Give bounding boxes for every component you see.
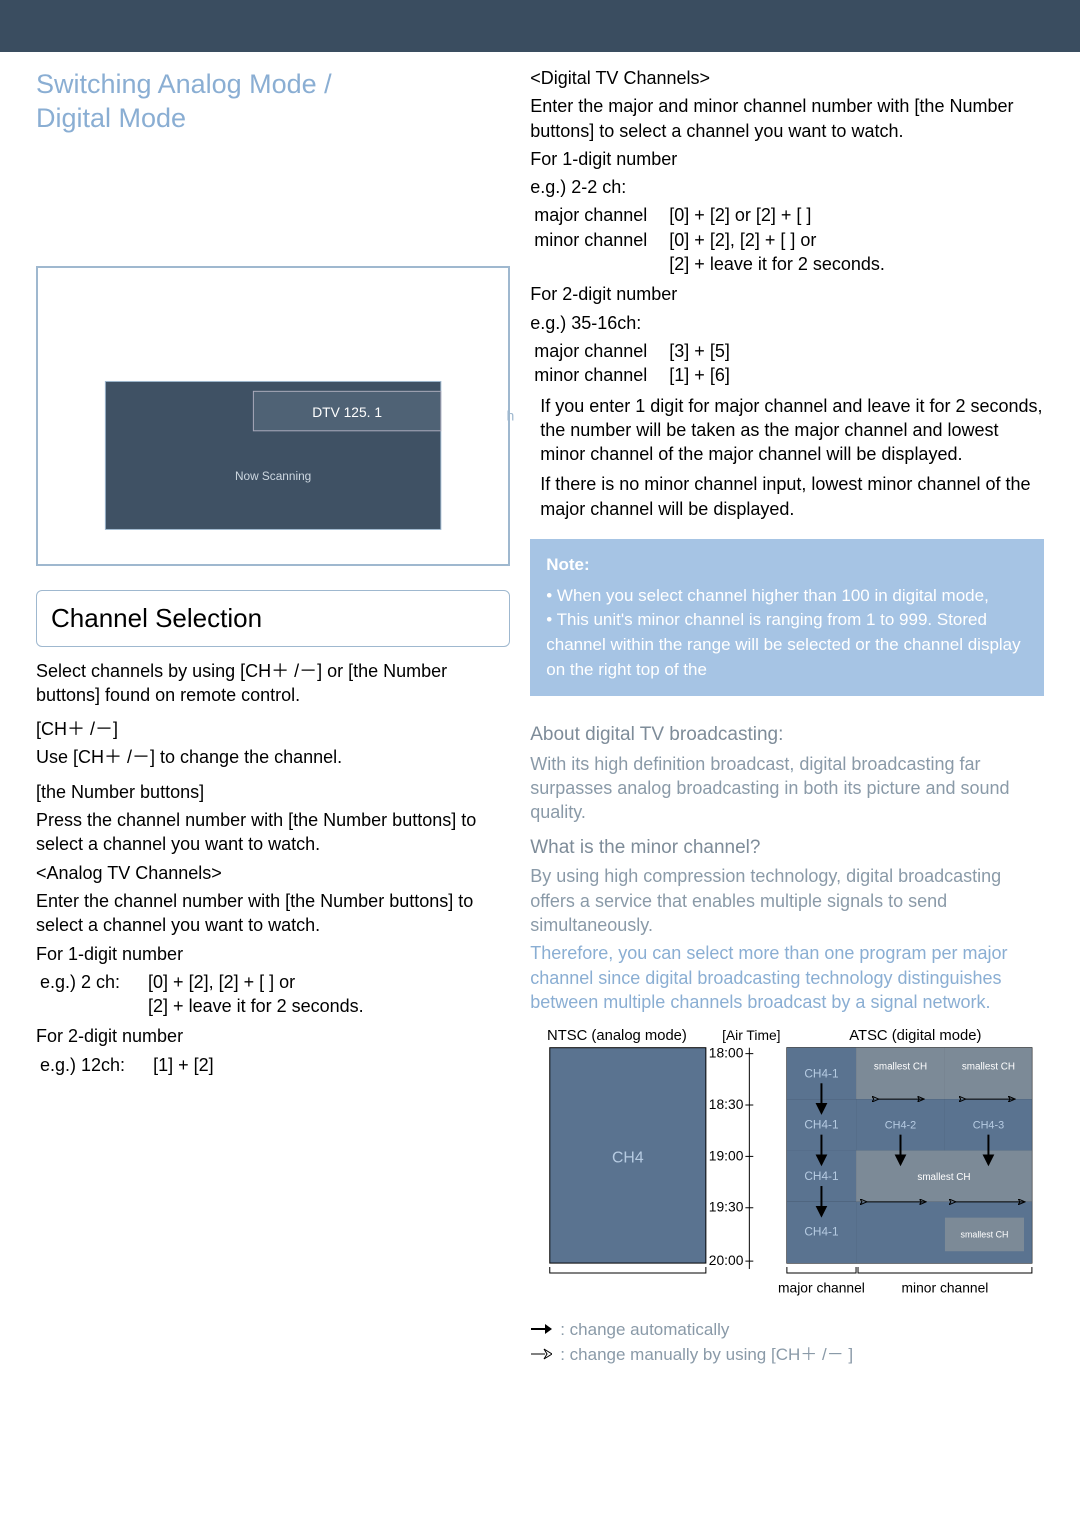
right-column: <Digital TV Channels> Enter the major an…	[530, 62, 1044, 1369]
osd-status: Now Scanning	[235, 469, 311, 483]
chpm-head: [CH＋ /－]	[36, 717, 510, 741]
time-3: 19:30	[709, 1199, 744, 1215]
time-1: 18:30	[709, 1096, 744, 1112]
dtv-2d-head: For 2-digit number	[530, 282, 1044, 306]
air-time-label: [Air Time]	[722, 1027, 780, 1043]
maj-1: CH4-1	[805, 1118, 840, 1132]
numbtn-body: Press the channel number with [the Numbe…	[36, 808, 510, 857]
dtv-1d-minor-val1: [0] + [2], [2] + [ ] or	[665, 228, 889, 252]
analog-2d-eg-line1: [1] + [2]	[149, 1053, 218, 1077]
legend-manual: : change manually by using [CH＋ /－ ]	[530, 1344, 1044, 1367]
osd-channel: DTV 125. 1	[312, 403, 382, 419]
minor-head: What is the minor channel?	[530, 835, 1044, 861]
min-1b: CH4-3	[973, 1120, 1004, 1132]
minor-body2: Therefore, you can select more than one …	[530, 941, 1044, 1014]
outline-arrow-icon	[530, 1344, 552, 1367]
about-body: With its high definition broadcast, digi…	[530, 752, 1044, 825]
time-4: 20:00	[709, 1252, 744, 1268]
dtv-note1: If you enter 1 digit for major channel a…	[540, 394, 1044, 467]
intro-text: Select channels by using [CH＋ /－] or [th…	[36, 659, 510, 708]
min-2: smallest CH	[918, 1172, 971, 1183]
analog-body: Enter the channel number with [the Numbe…	[36, 889, 510, 938]
ntsc-label: NTSC (analog mode)	[547, 1028, 687, 1044]
analog-1d-eg-line2: [2] + leave it for 2 seconds.	[144, 994, 368, 1018]
dtv-intro: Enter the major and minor channel number…	[530, 94, 1044, 143]
time-0: 18:00	[709, 1045, 744, 1061]
analog-2d-table: e.g.) 12ch: [1] + [2]	[36, 1053, 218, 1077]
min-0b: smallest CH	[962, 1062, 1015, 1073]
dtv-1d-major-val: [0] + [2] or [2] + [ ]	[665, 203, 889, 227]
chart-svg: NTSC (analog mode) [Air Time] ATSC (digi…	[530, 1024, 1044, 1311]
time-2: 19:00	[709, 1148, 744, 1164]
dtv-1d-minor-val2: [2] + leave it for 2 seconds.	[665, 252, 889, 276]
maj-0: CH4-1	[805, 1067, 840, 1081]
dtv-1d-table: major channel [0] + [2] or [2] + [ ] min…	[530, 203, 889, 276]
top-banner	[0, 0, 1080, 52]
dtv-head: <Digital TV Channels>	[530, 66, 1044, 90]
dtv-1d-major-label: major channel	[530, 203, 651, 227]
maj-3: CH4-1	[805, 1225, 840, 1239]
faint-edge-text: h	[506, 406, 514, 425]
min-3: smallest CH	[961, 1230, 1009, 1240]
tv-svg: DTV 125. 1 Now Scanning	[38, 268, 508, 564]
section-channel-selection: Channel Selection	[36, 590, 510, 647]
mode-line2: Digital Mode	[36, 103, 186, 133]
legend-manual-text: : change manually by using [CH＋ /－ ]	[560, 1344, 853, 1367]
analog-1d-eg-line1: [0] + [2], [2] + [ ] or	[144, 970, 368, 994]
mode-line1: Switching Analog Mode /	[36, 69, 332, 99]
dtv-2d-table: major channel [3] + [5] minor channel [1…	[530, 339, 734, 388]
left-column: Switching Analog Mode / Digital Mode h D…	[36, 62, 510, 1369]
dtv-2d-major-label: major channel	[530, 339, 651, 363]
dtv-2d-major-val: [3] + [5]	[665, 339, 734, 363]
dtv-1d-head: For 1-digit number	[530, 147, 1044, 171]
major-axis-label: major channel	[778, 1280, 865, 1296]
min-1a: CH4-2	[885, 1120, 916, 1132]
dtv-2d-eg: e.g.) 35-16ch:	[530, 311, 1044, 335]
min-0a: smallest CH	[874, 1062, 927, 1073]
channel-timeline-chart: NTSC (analog mode) [Air Time] ATSC (digi…	[530, 1024, 1044, 1311]
analog-2d-eg-label: e.g.) 12ch:	[36, 1053, 129, 1077]
dtv-1d-minor-label: minor channel	[530, 228, 651, 252]
about-head: About digital TV broadcasting:	[530, 722, 1044, 748]
legend-auto-text: : change automatically	[560, 1319, 729, 1342]
analog-head: <Analog TV Channels>	[36, 861, 510, 885]
legend-auto: : change automatically	[530, 1319, 1044, 1342]
chpm-body: Use [CH＋ /－] to change the channel.	[36, 745, 510, 769]
note-box: Note: • When you select channel higher t…	[530, 539, 1044, 696]
note-line1: • When you select channel higher than 10…	[546, 584, 1028, 609]
analog-1d-head: For 1-digit number	[36, 942, 510, 966]
content-columns: Switching Analog Mode / Digital Mode h D…	[0, 52, 1080, 1399]
solid-arrow-icon	[530, 1319, 552, 1342]
numbtn-head: [the Number buttons]	[36, 780, 510, 804]
analog-2d-head: For 2-digit number	[36, 1024, 510, 1048]
minor-body1: By using high compression technology, di…	[530, 864, 1044, 937]
tv-illustration: h DTV 125. 1 Now Scanning	[36, 266, 510, 566]
dtv-2d-minor-val: [1] + [6]	[665, 363, 734, 387]
atsc-label: ATSC (digital mode)	[849, 1028, 981, 1044]
maj-2: CH4-1	[805, 1169, 840, 1183]
analog-1d-table: e.g.) 2 ch: [0] + [2], [2] + [ ] or [2] …	[36, 970, 368, 1019]
dtv-2d-minor-label: minor channel	[530, 363, 651, 387]
note-label: Note:	[546, 553, 1028, 578]
mode-switch-heading: Switching Analog Mode / Digital Mode	[36, 68, 510, 136]
dtv-note2: If there is no minor channel input, lowe…	[540, 472, 1044, 521]
ch4-label: CH4	[612, 1150, 644, 1167]
dtv-1d-eg: e.g.) 2-2 ch:	[530, 175, 1044, 199]
minor-axis-label: minor channel	[902, 1280, 989, 1296]
note-line2: • This unit's minor channel is ranging f…	[546, 608, 1028, 682]
analog-1d-eg-label: e.g.) 2 ch:	[36, 970, 124, 994]
chart-legend: : change automatically : change manually…	[530, 1319, 1044, 1367]
